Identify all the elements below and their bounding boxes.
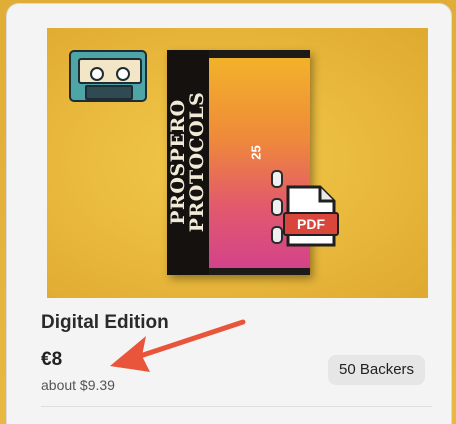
product-image: PROSPERO PROTOCOLS 25 PDF — [47, 28, 428, 298]
cassette-icon — [69, 50, 147, 102]
book-title: PROSPERO PROTOCOLS — [167, 91, 208, 233]
page: PROSPERO PROTOCOLS 25 PDF Digital Editio… — [0, 0, 456, 424]
backers-badge: 50 Backers — [328, 355, 426, 385]
pdf-file-icon: PDF — [283, 185, 339, 247]
reward-price: €8 — [41, 349, 63, 370]
converted-price: about $9.39 — [41, 377, 115, 393]
svg-text:PDF: PDF — [297, 216, 325, 232]
divider — [41, 406, 432, 407]
book-number: 25 — [248, 145, 264, 160]
reward-title: Digital Edition — [41, 312, 169, 333]
